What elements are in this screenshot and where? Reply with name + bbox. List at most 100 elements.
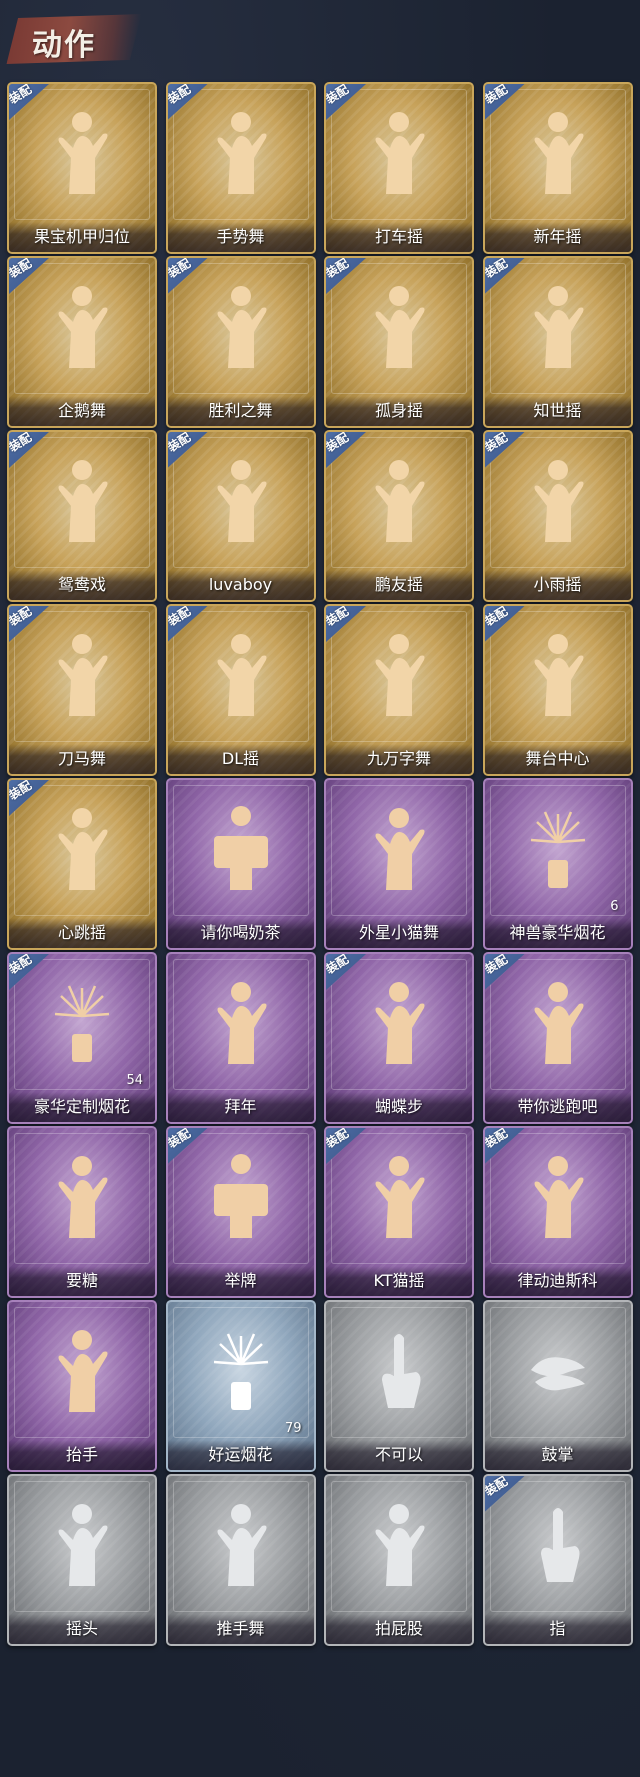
- action-card[interactable]: 拜年: [165, 952, 316, 1124]
- action-name: 不可以: [326, 1440, 472, 1470]
- action-card[interactable]: 装配 律动迪斯科: [482, 1126, 633, 1298]
- action-card[interactable]: 装配 知世摇: [482, 256, 633, 428]
- dancer-icon: [206, 976, 276, 1066]
- action-card[interactable]: 装配指: [482, 1474, 633, 1646]
- dancer-icon: [364, 280, 434, 370]
- action-name: 要糖: [9, 1266, 155, 1296]
- item-count: 6: [610, 899, 619, 914]
- action-card[interactable]: 装配 企鹅舞: [7, 256, 157, 428]
- action-name: 舞台中心: [484, 744, 631, 774]
- dancer-icon: [364, 454, 434, 544]
- action-card[interactable]: 装配 舞台中心: [482, 604, 633, 776]
- section-title: 动作: [32, 28, 96, 63]
- action-card[interactable]: 装配 新年摇: [482, 82, 633, 254]
- dancer-icon: [206, 1498, 276, 1588]
- action-name: 拜年: [167, 1092, 314, 1122]
- action-card[interactable]: 装配 luvaboy: [165, 430, 316, 602]
- action-name: 推手舞: [167, 1614, 314, 1644]
- dancer-icon: [523, 454, 593, 544]
- action-card[interactable]: 装配 蝴蝶步: [324, 952, 474, 1124]
- dancer-icon: [523, 976, 593, 1066]
- action-card[interactable]: 装配 DL摇: [165, 604, 316, 776]
- action-card[interactable]: 要糖: [7, 1126, 157, 1298]
- action-name: luvaboy: [167, 570, 314, 600]
- action-name: 鼓掌: [484, 1440, 631, 1470]
- action-card[interactable]: 鼓掌: [482, 1300, 633, 1472]
- dancer-icon: [364, 1498, 434, 1588]
- sign-icon: [206, 1150, 276, 1240]
- fireworks-icon: [523, 802, 593, 892]
- dancer-icon: [523, 1150, 593, 1240]
- action-name: 胜利之舞: [167, 396, 314, 426]
- action-name: 带你逃跑吧: [484, 1092, 631, 1122]
- fireworks-icon: [206, 1324, 276, 1414]
- action-name: KT猫摇: [326, 1266, 472, 1296]
- action-name: 孤身摇: [326, 396, 472, 426]
- action-name: 抬手: [9, 1440, 155, 1470]
- dancer-icon: [47, 454, 117, 544]
- action-name: 蝴蝶步: [326, 1092, 472, 1122]
- action-card[interactable]: 装配 九万字舞: [324, 604, 474, 776]
- action-card[interactable]: 装配 54 豪华定制烟花: [7, 952, 157, 1124]
- finger-icon: [523, 1498, 593, 1588]
- action-card[interactable]: 推手舞: [165, 1474, 316, 1646]
- action-card[interactable]: 装配 鸳鸯戏: [7, 430, 157, 602]
- finger-icon: [364, 1324, 434, 1414]
- action-name: 小雨摇: [484, 570, 631, 600]
- clap-icon: [523, 1324, 593, 1414]
- action-name: 神兽豪华烟花: [484, 918, 631, 948]
- action-card[interactable]: 外星小猫舞: [324, 778, 474, 950]
- action-card[interactable]: 装配 举牌: [165, 1126, 316, 1298]
- action-card[interactable]: 装配 打车摇: [324, 82, 474, 254]
- dancer-icon: [364, 106, 434, 196]
- action-name: 鸳鸯戏: [9, 570, 155, 600]
- action-card[interactable]: 装配 心跳摇: [7, 778, 157, 950]
- dancer-icon: [47, 106, 117, 196]
- action-card[interactable]: 装配 带你逃跑吧: [482, 952, 633, 1124]
- item-count: 54: [126, 1073, 143, 1088]
- action-card[interactable]: 装配 胜利之舞: [165, 256, 316, 428]
- action-name: 打车摇: [326, 222, 472, 252]
- dancer-icon: [47, 1324, 117, 1414]
- action-name: 新年摇: [484, 222, 631, 252]
- dancer-icon: [47, 1150, 117, 1240]
- action-name: 律动迪斯科: [484, 1266, 631, 1296]
- action-name: 举牌: [167, 1266, 314, 1296]
- action-name: 好运烟花: [167, 1440, 314, 1470]
- dancer-icon: [523, 628, 593, 718]
- dancer-icon: [206, 106, 276, 196]
- action-card[interactable]: 装配 刀马舞: [7, 604, 157, 776]
- action-card[interactable]: 摇头: [7, 1474, 157, 1646]
- action-name: 鹏友摇: [326, 570, 472, 600]
- action-name: 心跳摇: [9, 918, 155, 948]
- action-card[interactable]: 抬手: [7, 1300, 157, 1472]
- action-card[interactable]: 装配 手势舞: [165, 82, 316, 254]
- dancer-icon: [523, 280, 593, 370]
- action-card[interactable]: 装配 果宝机甲归位: [7, 82, 157, 254]
- action-name: 刀马舞: [9, 744, 155, 774]
- action-card[interactable]: 79 好运烟花: [165, 1300, 316, 1472]
- fireworks-icon: [47, 976, 117, 1066]
- item-count: 79: [284, 1421, 302, 1436]
- action-card[interactable]: 装配 KT猫摇: [324, 1126, 474, 1298]
- action-name: 果宝机甲归位: [9, 222, 155, 252]
- dancer-icon: [523, 106, 593, 196]
- dancer-icon: [47, 280, 117, 370]
- action-card[interactable]: 6 神兽豪华烟花: [482, 778, 633, 950]
- dancer-icon: [47, 628, 117, 718]
- action-name: DL摇: [167, 744, 314, 774]
- action-name: 摇头: [9, 1614, 155, 1644]
- action-name: 外星小猫舞: [326, 918, 472, 948]
- dancer-icon: [206, 628, 276, 718]
- action-card[interactable]: 拍屁股: [324, 1474, 474, 1646]
- action-name: 指: [484, 1614, 631, 1644]
- action-card[interactable]: 请你喝奶茶: [165, 778, 316, 950]
- dancer-icon: [206, 454, 276, 544]
- dancer-icon: [364, 802, 434, 892]
- action-card[interactable]: 装配 孤身摇: [324, 256, 474, 428]
- action-card[interactable]: 装配 鹏友摇: [324, 430, 474, 602]
- action-card[interactable]: 装配 小雨摇: [482, 430, 633, 602]
- dancer-icon: [47, 802, 117, 892]
- action-name: 手势舞: [167, 222, 314, 252]
- action-card[interactable]: 不可以: [324, 1300, 474, 1472]
